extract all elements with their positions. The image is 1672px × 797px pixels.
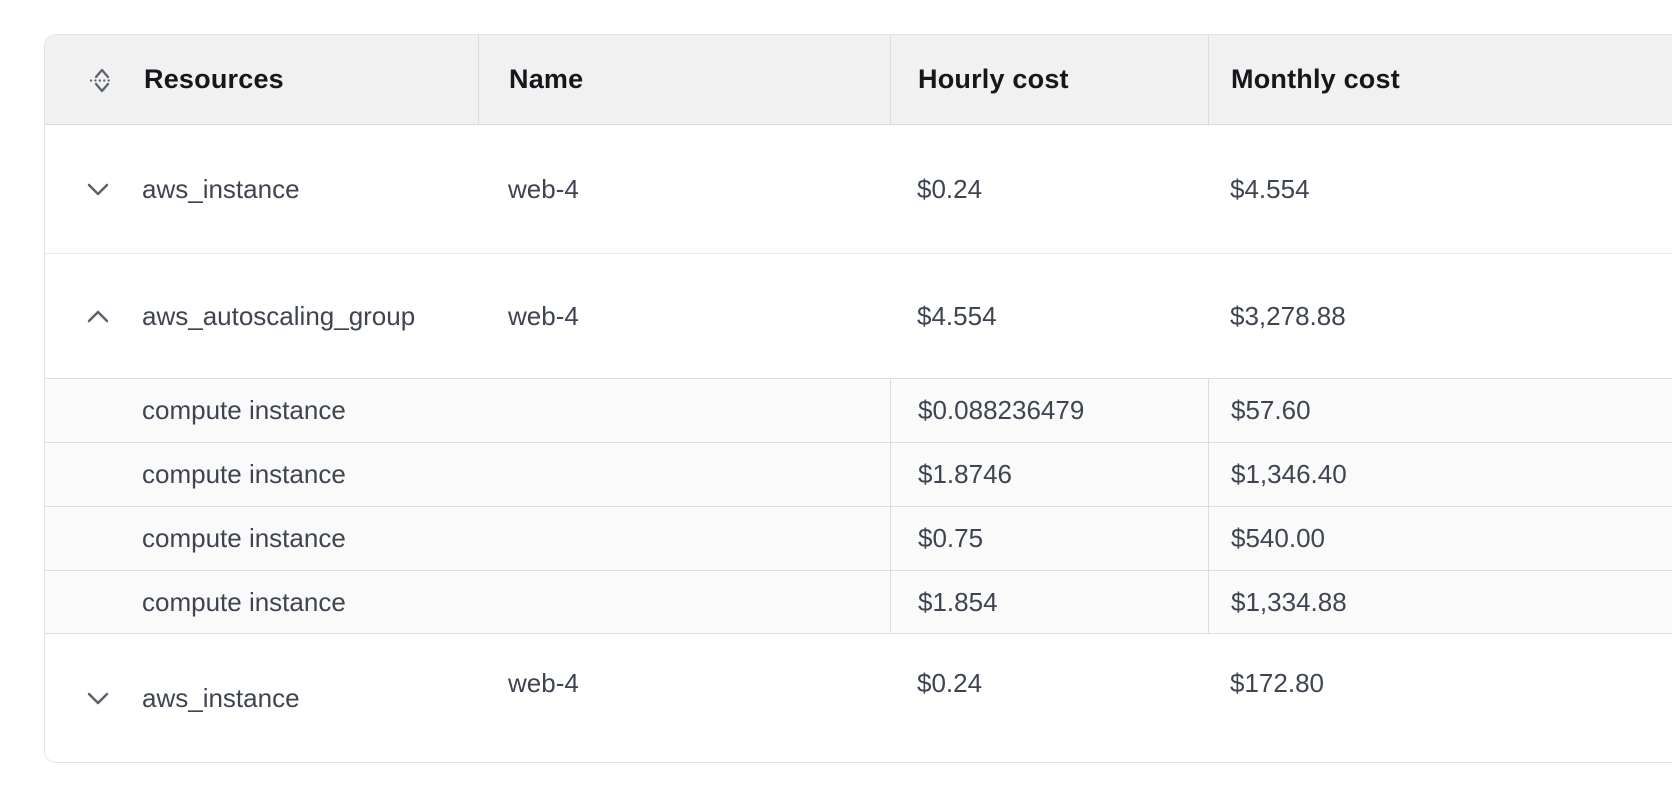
cost-component-row: compute instance $1.8746 $1,346.40 [45,442,1672,506]
resource-name: web-4 [508,174,579,205]
resource-cell: aws_instance [45,634,478,762]
name-cell: web-4 [478,125,890,253]
table-row: aws_instance web-4 $0.24 $4.554 [45,125,1672,254]
monthly-cost-cell: $3,278.88 [1208,254,1672,378]
cost-component-row: compute instance $0.088236479 $57.60 [45,378,1672,442]
name-cell: web-4 [478,254,890,378]
resource-name: web-4 [508,668,579,699]
table-row: aws_autoscaling_group web-4 $4.554 $3,27… [45,254,1672,378]
monthly-cost-cell: $1,346.40 [1208,443,1672,506]
hourly-cost-value: $0.24 [917,668,982,699]
hourly-cost-cell: $0.24 [890,125,1208,253]
monthly-cost-cell: $172.80 [1208,634,1672,762]
header-label-hourly-cost: Hourly cost [918,64,1069,95]
header-cell-hourly-cost: Hourly cost [890,35,1208,124]
monthly-cost-value: $3,278.88 [1230,301,1346,332]
resource-cell: aws_autoscaling_group [45,254,478,378]
resource-type: aws_autoscaling_group [142,301,415,332]
cost-component-row: compute instance $0.75 $540.00 [45,506,1672,570]
hourly-cost-value: $1.854 [918,587,998,618]
hourly-cost-value: $4.554 [917,301,997,332]
hourly-cost-value: $1.8746 [918,459,1012,490]
name-cell: web-4 [478,634,890,762]
hourly-cost-cell: $1.8746 [890,443,1208,506]
cost-estimate-table: Resources Name Hourly cost Monthly cost … [44,34,1672,763]
header-label-monthly-cost: Monthly cost [1231,64,1400,95]
monthly-cost-cell: $1,334.88 [1208,571,1672,633]
cost-component-label-cell: compute instance [45,507,890,570]
monthly-cost-value: $4.554 [1230,174,1310,205]
resource-name: web-4 [508,301,579,332]
cost-component-label-cell: compute instance [45,571,890,633]
chevron-down-icon[interactable] [87,691,109,705]
hourly-cost-cell: $4.554 [890,254,1208,378]
hourly-cost-cell: $0.75 [890,507,1208,570]
header-cell-resources[interactable]: Resources [45,35,478,124]
monthly-cost-cell: $4.554 [1208,125,1672,253]
sort-updown-icon [87,65,117,95]
monthly-cost-value: $1,334.88 [1231,587,1347,618]
chevron-down-icon[interactable] [87,182,109,196]
cost-component-label: compute instance [142,587,346,618]
monthly-cost-value: $172.80 [1230,668,1324,699]
cost-component-row: compute instance $1.854 $1,334.88 [45,570,1672,634]
chevron-up-icon[interactable] [87,309,109,323]
hourly-cost-cell: $1.854 [890,571,1208,633]
monthly-cost-value: $1,346.40 [1231,459,1347,490]
hourly-cost-value: $0.088236479 [918,395,1084,426]
table-row: aws_instance web-4 $0.24 $172.80 [45,634,1672,762]
cost-component-label-cell: compute instance [45,379,890,442]
header-label-name: Name [509,64,583,95]
header-cell-name: Name [478,35,890,124]
header-cell-monthly-cost: Monthly cost [1208,35,1672,124]
monthly-cost-cell: $540.00 [1208,507,1672,570]
resource-type: aws_instance [142,174,300,205]
hourly-cost-value: $0.24 [917,174,982,205]
resource-type: aws_instance [142,683,300,714]
table-header-row: Resources Name Hourly cost Monthly cost [45,35,1672,125]
monthly-cost-value: $57.60 [1231,395,1311,426]
hourly-cost-cell: $0.088236479 [890,379,1208,442]
hourly-cost-value: $0.75 [918,523,983,554]
resource-cell: aws_instance [45,125,478,253]
cost-component-label: compute instance [142,395,346,426]
cost-component-label: compute instance [142,523,346,554]
header-label-resources: Resources [144,64,284,95]
monthly-cost-value: $540.00 [1231,523,1325,554]
cost-component-label: compute instance [142,459,346,490]
monthly-cost-cell: $57.60 [1208,379,1672,442]
hourly-cost-cell: $0.24 [890,634,1208,762]
cost-component-label-cell: compute instance [45,443,890,506]
